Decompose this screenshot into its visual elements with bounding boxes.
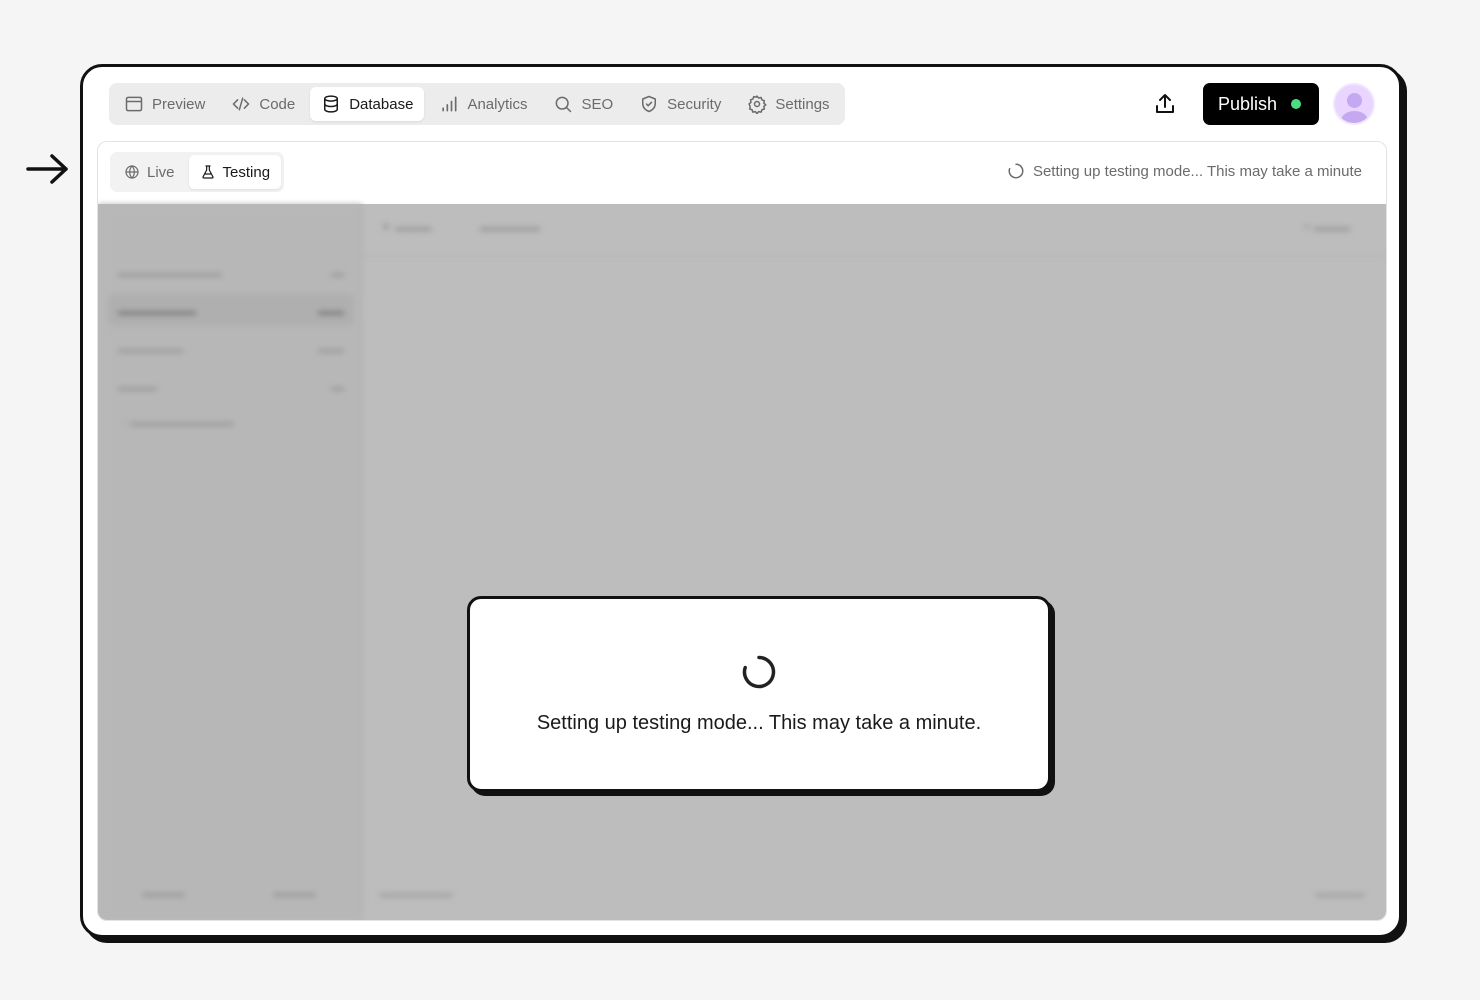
search-icon — [556, 96, 572, 113]
database-panel: Live Testing Setting up testing mode... … — [97, 141, 1387, 921]
publish-status-dot — [1291, 99, 1301, 109]
add-row-placeholder: + ▬▬▬ — [1303, 220, 1350, 234]
avatar-body — [1341, 111, 1368, 123]
code-icon — [232, 97, 250, 111]
share-button[interactable] — [1145, 84, 1185, 124]
tab-label: Security — [667, 95, 722, 113]
tab-analytics[interactable]: Analytics — [428, 87, 538, 121]
tab-label: Database — [349, 95, 414, 113]
tab-label: SEO — [581, 95, 614, 113]
upload-icon — [1155, 94, 1174, 113]
avatar-head — [1347, 93, 1362, 108]
sort-placeholder: ▬▬▬▬▬ — [480, 220, 540, 234]
mode-testing[interactable]: Testing — [188, 155, 282, 189]
mode-status-text: Setting up testing mode... This may take… — [1032, 162, 1362, 180]
mode-toggle: Live Testing — [110, 152, 285, 192]
load-more-placeholder: ▬▬▬▬ — [1316, 886, 1364, 900]
tab-database[interactable]: Database — [310, 87, 425, 121]
avatar[interactable] — [1333, 83, 1375, 125]
analytics-icon — [442, 96, 457, 112]
tab-seo[interactable]: SEO — [542, 87, 624, 121]
preview-window-icon — [125, 96, 143, 112]
arrow-right-icon — [26, 154, 68, 184]
sidebar-footer: ▬▬▬ ▬▬▬ — [142, 884, 316, 900]
tab-settings[interactable]: Settings — [736, 87, 840, 121]
mode-label: Testing — [222, 163, 271, 181]
table-item: ▬▬▬ ▬ — [118, 378, 344, 394]
mode-status: Setting up testing mode... This may take… — [1007, 162, 1362, 180]
shield-icon — [642, 95, 657, 113]
flask-icon — [201, 165, 214, 179]
app-window: Preview Code Database Analytics SEO Secu… — [80, 64, 1402, 938]
table-footer: ▬▬▬▬▬▬ ▬▬▬▬ — [362, 886, 1386, 906]
database-icon — [324, 95, 339, 113]
nav-tabs: Preview Code Database Analytics SEO Secu… — [109, 83, 845, 125]
header-actions: Publish — [1145, 83, 1375, 125]
globe-icon — [125, 165, 139, 179]
modal-message: Setting up testing mode... This may take… — [536, 711, 982, 734]
mode-bar: Live Testing Setting up testing mode... … — [98, 142, 1386, 204]
filter-placeholder: ▼ ▬▬▬ — [380, 220, 432, 234]
table-item: ▬▬▬▬▬ ▬▬ — [118, 340, 344, 356]
blurred-layer: ▬▬▬▬▬▬▬▬ ▬ ▬▬▬▬▬▬ ▬▬ ▬▬▬▬▬ ▬▬ ▬▬▬ ▬ › ▬▬▬▬▬▬… — [98, 204, 1386, 920]
spinner-icon — [742, 655, 776, 688]
spinner-icon — [1008, 163, 1024, 179]
loading-modal: Setting up testing mode... This may take… — [467, 596, 1051, 792]
blurred-database-view: ▬▬▬▬▬▬▬▬ ▬ ▬▬▬▬▬▬ ▬▬ ▬▬▬▬▬ ▬▬ ▬▬▬ ▬ › ▬▬▬▬▬▬… — [98, 204, 1386, 920]
mode-label: Live — [147, 163, 175, 181]
system-tables-toggle: › ▬▬▬▬▬▬▬▬ — [122, 414, 234, 429]
top-bar: Preview Code Database Analytics SEO Secu… — [109, 83, 1375, 125]
tables-sidebar: ▬▬▬▬▬▬▬▬ ▬ ▬▬▬▬▬▬ ▬▬ ▬▬▬▬▬ ▬▬ ▬▬▬ ▬ › ▬▬▬▬▬▬… — [98, 204, 362, 920]
tab-security[interactable]: Security — [628, 87, 732, 121]
mode-live[interactable]: Live — [113, 155, 186, 189]
tab-label: Code — [259, 95, 296, 113]
publish-button[interactable]: Publish — [1202, 83, 1319, 125]
tab-label: Settings — [775, 95, 830, 113]
table-item: ▬▬▬▬▬▬ ▬▬ — [108, 294, 354, 326]
publish-label: Publish — [1217, 93, 1277, 114]
tab-label: Preview — [152, 95, 206, 113]
table-toolbar: ▼ ▬▬▬ ▬▬▬▬▬ + ▬▬▬ — [362, 204, 1386, 256]
tab-preview[interactable]: Preview — [113, 87, 216, 121]
gear-icon — [748, 95, 767, 114]
tab-code[interactable]: Code — [220, 87, 306, 121]
table-item: ▬▬▬▬▬▬▬▬ ▬ — [118, 264, 344, 280]
count-placeholder: ▬▬▬▬▬▬ — [380, 886, 452, 900]
tab-label: Analytics — [467, 95, 528, 113]
